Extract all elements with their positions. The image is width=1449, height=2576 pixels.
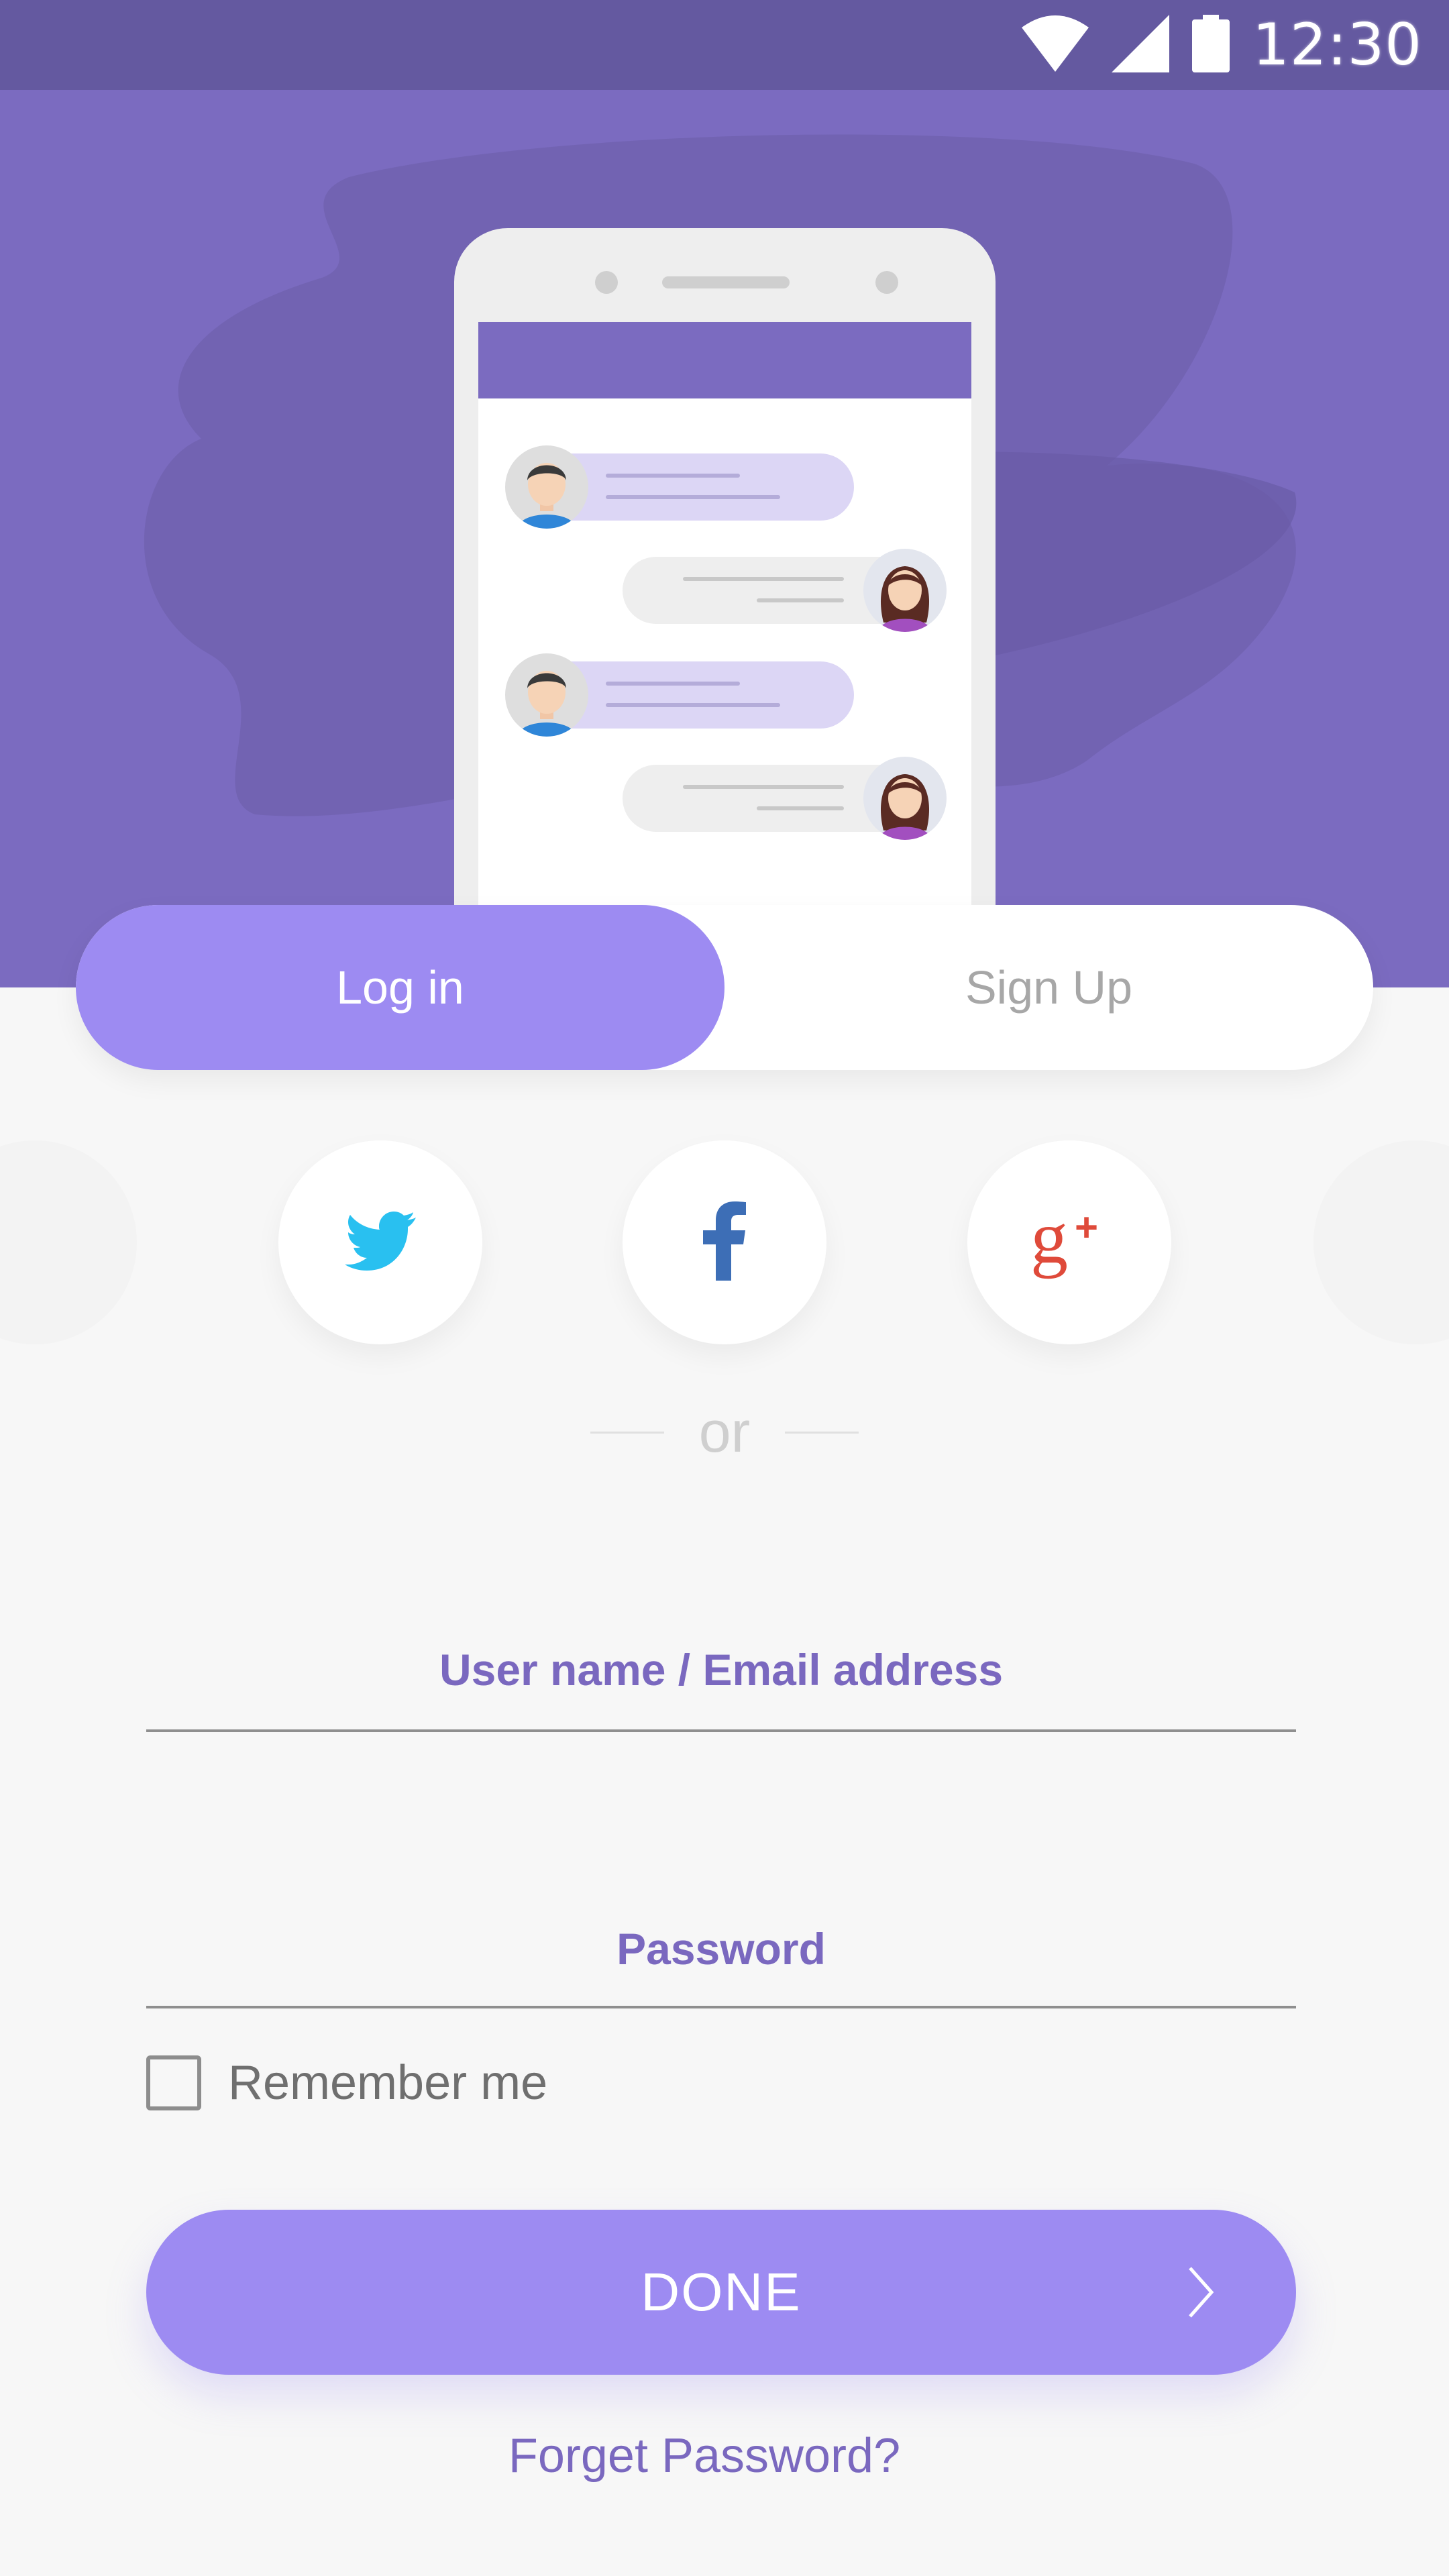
phone-app-bar bbox=[478, 322, 971, 398]
facebook-icon bbox=[703, 1201, 746, 1284]
female-avatar-icon bbox=[863, 549, 947, 632]
username-field bbox=[146, 1590, 1296, 1732]
male-avatar-icon bbox=[505, 445, 588, 529]
svg-text:g: g bbox=[1030, 1201, 1068, 1279]
cellular-signal-icon bbox=[1112, 14, 1170, 76]
status-bar: 12:30 bbox=[0, 0, 1449, 90]
username-input[interactable] bbox=[146, 1590, 1296, 1729]
twitter-login-button[interactable] bbox=[278, 1140, 482, 1344]
remember-me-toggle[interactable]: Remember me bbox=[146, 2053, 547, 2113]
remember-me-label: Remember me bbox=[228, 2056, 548, 2110]
or-divider: or bbox=[0, 1395, 1449, 1469]
remember-me-checkbox[interactable] bbox=[146, 2055, 201, 2110]
facebook-login-button[interactable] bbox=[623, 1140, 826, 1344]
twitter-icon bbox=[343, 1211, 417, 1275]
decorative-circle bbox=[0, 1140, 137, 1344]
phone-speaker bbox=[662, 276, 790, 288]
done-button[interactable]: DONE bbox=[146, 2210, 1296, 2375]
auth-tab-switch: Log in Sign Up bbox=[76, 905, 1373, 1070]
male-avatar-icon bbox=[505, 653, 588, 737]
battery-icon bbox=[1192, 14, 1230, 76]
phone-sensor-dot bbox=[875, 271, 898, 294]
female-avatar-icon bbox=[863, 757, 947, 840]
clock-time: 12:30 bbox=[1252, 11, 1422, 78]
tab-login[interactable]: Log in bbox=[76, 905, 724, 1070]
divider-line bbox=[590, 1431, 664, 1434]
chevron-right-icon bbox=[1186, 2265, 1216, 2322]
phone-camera-dot bbox=[595, 271, 618, 294]
hero-illustration bbox=[0, 90, 1449, 987]
phone-illustration bbox=[454, 228, 996, 987]
or-label: or bbox=[698, 1399, 751, 1464]
password-input[interactable] bbox=[146, 1872, 1296, 2006]
google-plus-login-button[interactable]: g + bbox=[967, 1140, 1171, 1344]
wifi-icon bbox=[1022, 15, 1089, 75]
phone-screen bbox=[478, 322, 971, 987]
forget-password-link[interactable]: Forget Password? bbox=[0, 2428, 1409, 2483]
done-button-label: DONE bbox=[641, 2262, 802, 2322]
divider-line bbox=[785, 1431, 859, 1434]
decorative-circle bbox=[1313, 1140, 1449, 1344]
password-field bbox=[146, 1872, 1296, 2008]
tab-signup[interactable]: Sign Up bbox=[724, 905, 1373, 1070]
svg-text:+: + bbox=[1075, 1205, 1098, 1250]
social-login-row: g + bbox=[0, 1140, 1449, 1355]
google-plus-icon: g + bbox=[1029, 1196, 1110, 1285]
